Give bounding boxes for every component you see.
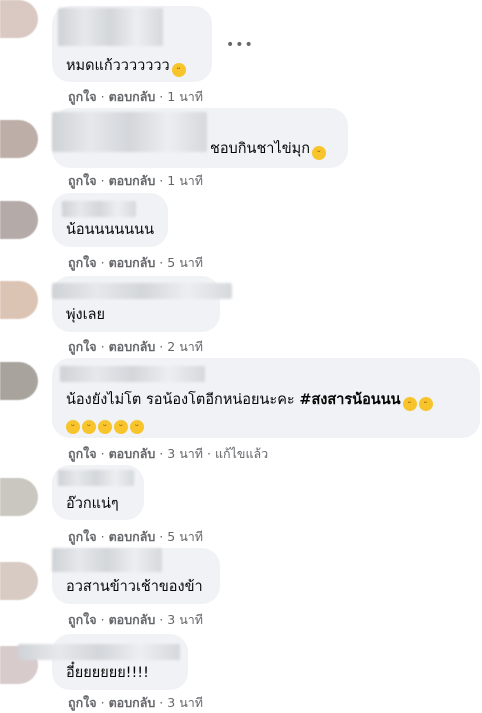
comment-text: ชอบกินชาไข่มุก ᵕ (210, 140, 326, 160)
comment-actions: ถูกใจ · ตอบกลับ · 3 นาที · แก้ไขแล้ว (68, 446, 269, 461)
avatar[interactable] (0, 562, 38, 600)
timestamp[interactable]: 5 นาที (167, 529, 203, 544)
commenter-name[interactable] (52, 112, 207, 152)
commenter-name[interactable] (58, 470, 134, 486)
comment-text: น้อนนนนนนน (66, 222, 155, 238)
commenter-name[interactable] (62, 201, 136, 217)
like-button[interactable]: ถูกใจ (68, 446, 97, 461)
comment-actions: ถูกใจ · ตอบกลับ · 2 นาที (68, 339, 204, 354)
edited-label[interactable]: แก้ไขแล้ว (215, 446, 268, 461)
rofl-emoji-icon: ᵕ (130, 420, 144, 434)
timestamp[interactable]: 2 นาที (167, 339, 203, 354)
comment-text: น้องยังไม่โต รอน้องโตอีกหน่อยนะคะ #สงสาร… (66, 391, 433, 411)
avatar[interactable] (0, 201, 38, 239)
like-button[interactable]: ถูกใจ (68, 255, 97, 270)
commenter-name[interactable] (52, 283, 232, 299)
timestamp[interactable]: 3 นาที (167, 446, 203, 461)
like-button[interactable]: ถูกใจ (68, 612, 97, 627)
comment-actions: ถูกใจ · ตอบกลับ · 1 นาที (68, 89, 204, 104)
reply-button[interactable]: ตอบกลับ (109, 173, 156, 188)
comment-actions: ถูกใจ · ตอบกลับ · 5 นาที (68, 529, 204, 544)
avatar[interactable] (0, 362, 38, 400)
reply-button[interactable]: ตอบกลับ (109, 255, 156, 270)
like-button[interactable]: ถูกใจ (68, 529, 97, 544)
like-button[interactable]: ถูกใจ (68, 695, 97, 710)
comment-text: หมดแก้ววววววว ᵕ (66, 57, 186, 77)
grinning-emoji-icon: ᵕ (418, 397, 433, 411)
reply-button[interactable]: ตอบกลับ (109, 612, 156, 627)
avatar[interactable] (0, 281, 38, 319)
comment-actions: ถูกใจ · ตอบกลับ · 3 นาที (68, 612, 204, 627)
grinning-emoji-icon: ᵕ (311, 146, 326, 160)
timestamp[interactable]: 1 นาที (167, 89, 203, 104)
avatar[interactable] (0, 478, 38, 516)
reply-button[interactable]: ตอบกลับ (109, 695, 156, 710)
comment-actions: ถูกใจ · ตอบกลับ · 1 นาที (68, 173, 204, 188)
joy-emoji-icon: ᵕ (66, 420, 80, 434)
like-button[interactable]: ถูกใจ (68, 173, 97, 188)
reply-button[interactable]: ตอบกลับ (109, 529, 156, 544)
comment-text: อ๊วกแน่ๆ (66, 496, 119, 512)
commenter-name[interactable] (58, 8, 163, 46)
avatar[interactable] (0, 0, 38, 38)
timestamp[interactable]: 3 นาที (167, 612, 203, 627)
hashtag-link[interactable]: #สงสารน้อนนน (299, 392, 400, 408)
timestamp[interactable]: 1 นาที (167, 173, 203, 188)
commenter-name[interactable] (18, 644, 180, 660)
avatar[interactable] (0, 120, 38, 158)
reply-button[interactable]: ตอบกลับ (109, 89, 156, 104)
more-options-icon[interactable]: ••• (226, 37, 254, 53)
timestamp[interactable]: 5 นาที (167, 255, 203, 270)
comment-text: อี๋ยยยยยย!!!! (66, 665, 149, 681)
rofl-emoji-icon: ᵕ (114, 420, 128, 434)
commenter-name[interactable] (60, 366, 205, 382)
grinning-emoji-icon: ᵕ (171, 63, 186, 77)
rofl-emoji-icon: ᵕ (98, 420, 112, 434)
comment-text: พุ่งเลย (66, 307, 105, 323)
comment-actions: ถูกใจ · ตอบกลับ · 5 นาที (68, 255, 204, 270)
rofl-emoji-icon: ᵕ (82, 420, 96, 434)
emoji-line: ᵕᵕᵕᵕᵕ (64, 414, 144, 434)
grinning-emoji-icon: ᵕ (402, 397, 417, 411)
commenter-name[interactable] (52, 548, 162, 572)
comment-text: อวสานข้าวเช้าของข้า (66, 579, 203, 595)
reply-button[interactable]: ตอบกลับ (109, 339, 156, 354)
timestamp[interactable]: 3 นาที (167, 695, 203, 710)
comment-actions: ถูกใจ · ตอบกลับ · 3 นาที (68, 695, 204, 710)
reply-button[interactable]: ตอบกลับ (109, 446, 156, 461)
like-button[interactable]: ถูกใจ (68, 89, 97, 104)
like-button[interactable]: ถูกใจ (68, 339, 97, 354)
